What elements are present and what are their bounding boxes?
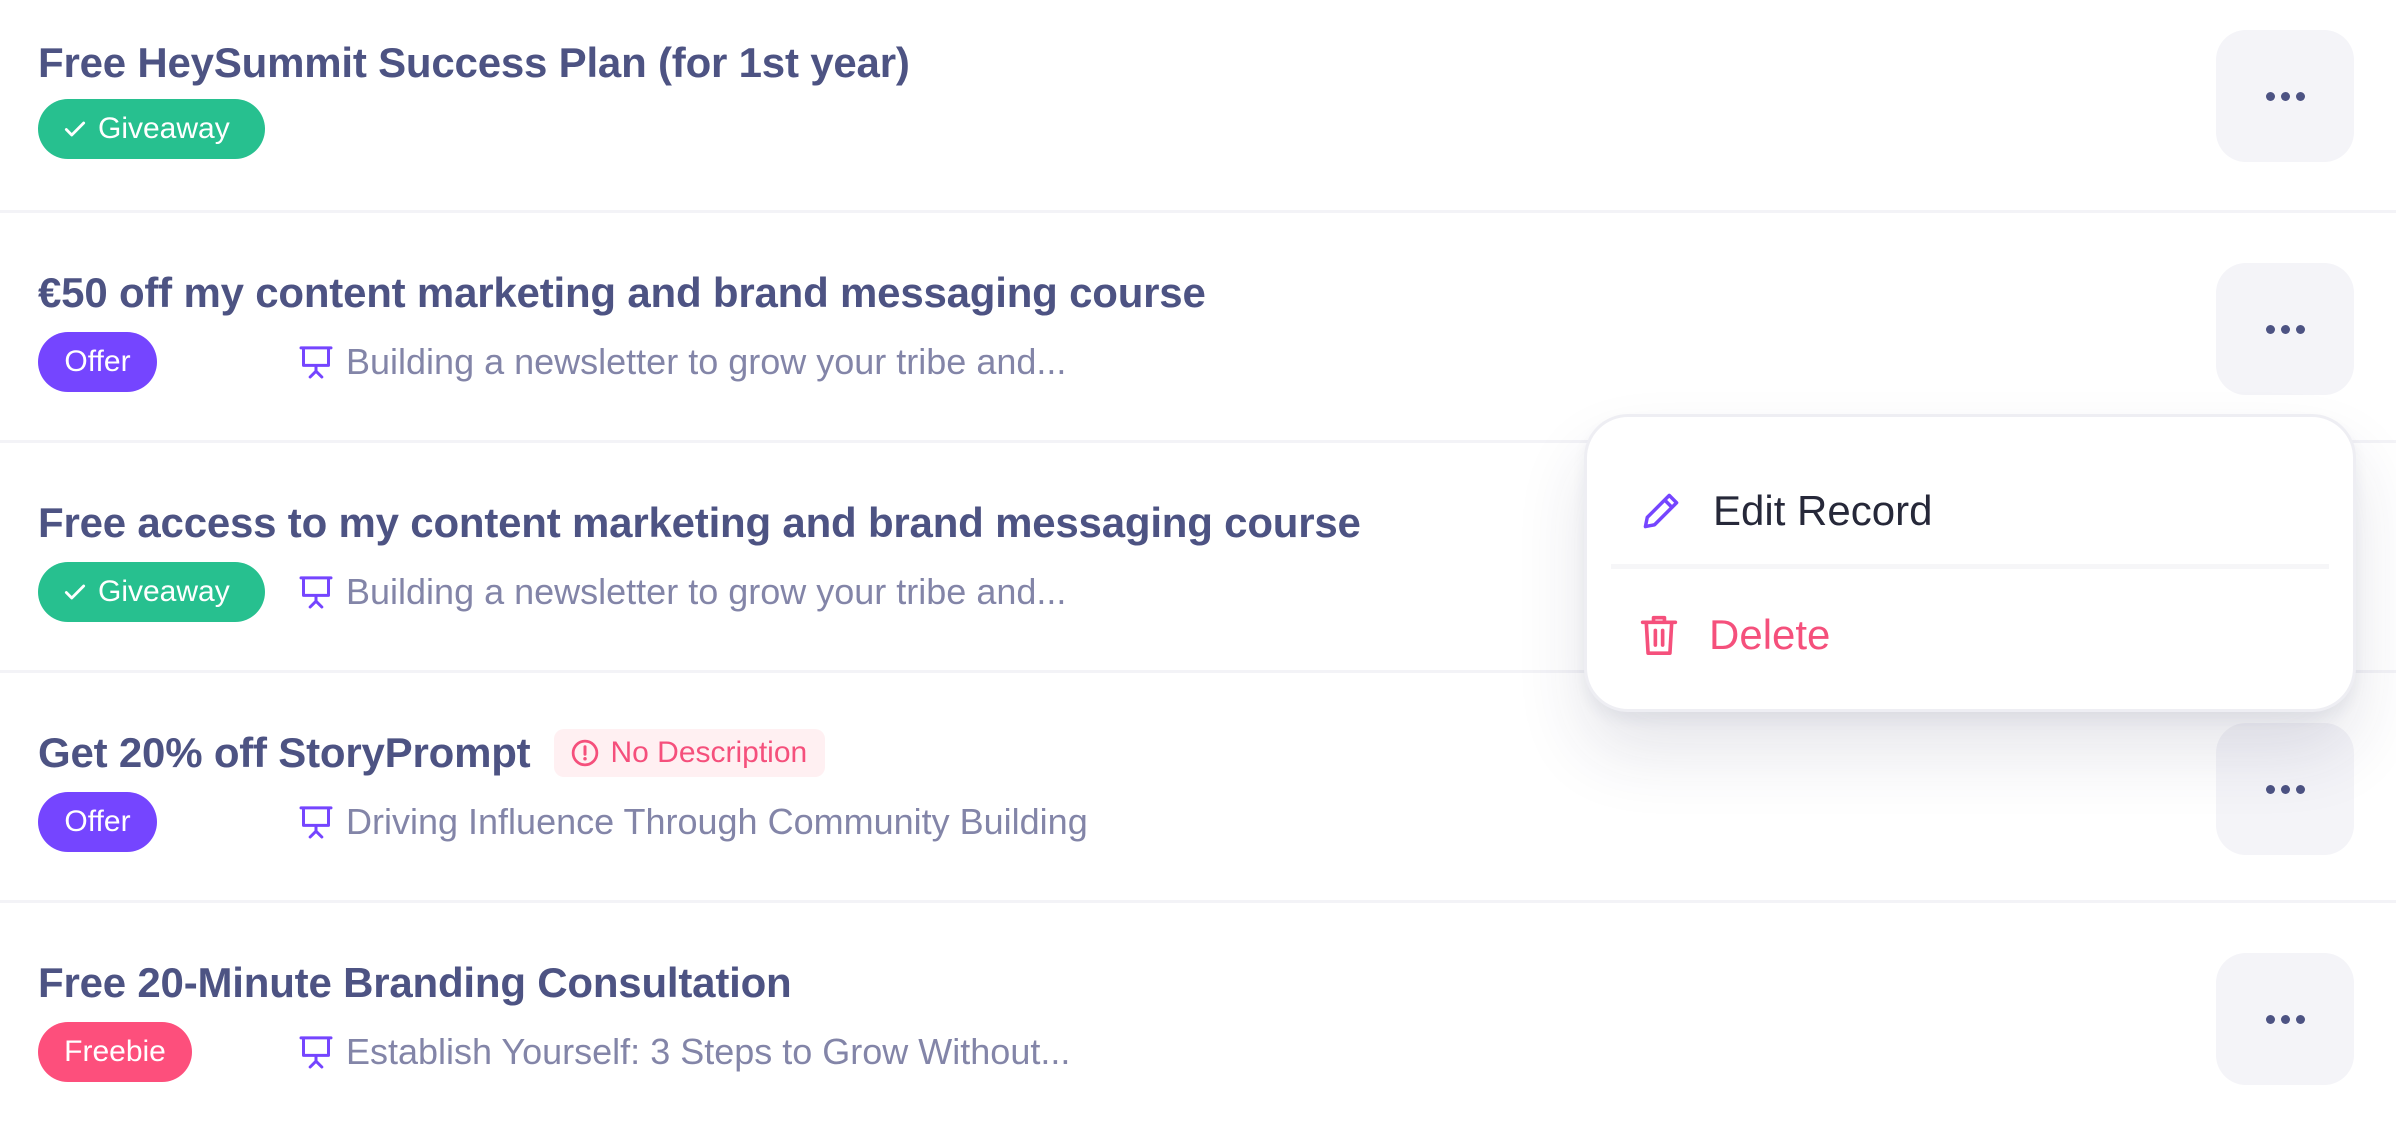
type-badge-label: Freebie [64, 1035, 166, 1068]
session-link[interactable]: Driving Influence Through Community Buil… [296, 792, 1088, 852]
record-title[interactable]: Free 20-Minute Branding Consultation [38, 959, 792, 1007]
record-row: Free 20-Minute Branding Consultation Fre… [0, 903, 2396, 1133]
record-row: €50 off my content marketing and brand m… [0, 213, 2396, 443]
dot [2295, 91, 2305, 101]
dot [2280, 91, 2290, 101]
session-link[interactable]: Establish Yourself: 3 Steps to Grow With… [296, 1022, 1070, 1082]
delete-label: Delete [1709, 611, 1831, 658]
edit-record-label: Edit Record [1713, 487, 1933, 534]
trash-icon [1640, 615, 1678, 655]
type-badge-giveaway: Giveaway [38, 562, 265, 622]
delete-menu-item[interactable]: Delete [1639, 595, 1830, 675]
no-description-warning: No Description [554, 729, 826, 777]
dot [2295, 784, 2305, 794]
type-badge-giveaway: Giveaway [38, 99, 265, 159]
edit-record-menu-item[interactable]: Edit Record [1639, 471, 1932, 551]
type-badge-freebie: Freebie [38, 1022, 192, 1082]
record-row: Free HeySummit Success Plan (for 1st yea… [0, 0, 2396, 213]
type-badge-offer: Offer [38, 792, 157, 852]
dot [2295, 1014, 2305, 1024]
record-title[interactable]: Free HeySummit Success Plan (for 1st yea… [38, 39, 910, 87]
record-title[interactable]: Free access to my content marketing and … [38, 499, 1361, 547]
record-title[interactable]: Get 20% off StoryPrompt [38, 729, 531, 777]
type-badge-label: Giveaway [98, 575, 230, 608]
more-horizontal-icon [2265, 1014, 2275, 1024]
more-options-button[interactable] [2216, 723, 2354, 855]
pencil-icon [1643, 493, 1679, 529]
more-options-button[interactable] [2216, 263, 2354, 395]
session-link[interactable]: Building a newsletter to grow your tribe… [296, 562, 1066, 622]
record-title[interactable]: €50 off my content marketing and brand m… [38, 269, 1206, 317]
dot [2295, 324, 2305, 334]
type-badge-offer: Offer [38, 332, 157, 392]
menu-divider [1611, 564, 2329, 569]
more-horizontal-icon [2265, 784, 2275, 794]
session-title: Building a newsletter to grow your tribe… [346, 341, 1067, 382]
more-options-button[interactable] [2216, 30, 2354, 162]
type-badge-label: Offer [64, 805, 131, 838]
dot [2280, 1014, 2290, 1024]
alert-circle-icon [572, 739, 599, 767]
dot [2280, 784, 2290, 794]
presentation-icon [299, 806, 333, 839]
more-horizontal-icon [2265, 91, 2275, 101]
session-title: Building a newsletter to grow your tribe… [346, 571, 1067, 612]
context-menu: Edit Record Delete [1584, 414, 2356, 712]
check-icon [64, 584, 86, 600]
warning-label: No Description [610, 736, 808, 769]
presentation-icon [299, 346, 333, 379]
session-title: Establish Yourself: 3 Steps to Grow With… [346, 1031, 1071, 1072]
session-title: Driving Influence Through Community Buil… [346, 801, 1088, 842]
session-link[interactable]: Building a newsletter to grow your tribe… [296, 332, 1066, 392]
more-options-button[interactable] [2216, 953, 2354, 1085]
dot [2280, 324, 2290, 334]
more-horizontal-icon [2265, 324, 2275, 334]
presentation-icon [299, 576, 333, 609]
type-badge-label: Giveaway [98, 112, 230, 145]
presentation-icon [299, 1036, 333, 1069]
check-icon [64, 121, 86, 137]
type-badge-label: Offer [64, 345, 131, 378]
